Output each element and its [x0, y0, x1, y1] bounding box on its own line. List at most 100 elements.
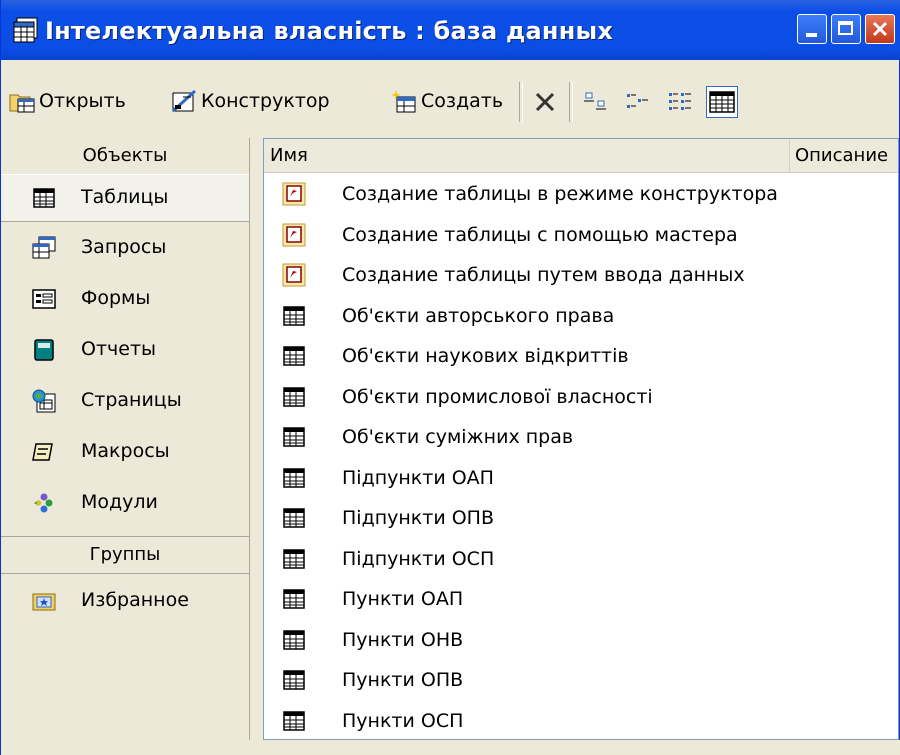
object-type-item[interactable]: Модули: [1, 480, 249, 526]
object-type-label: Макросы: [81, 440, 170, 462]
shortcut-icon: [281, 262, 307, 288]
details-view-button[interactable]: [706, 86, 738, 118]
database-window: Інтелектуальна власність : база данных О…: [0, 0, 900, 755]
table-icon: [281, 627, 307, 653]
small-icons-button[interactable]: [623, 87, 653, 117]
table-icon: [281, 424, 307, 450]
create-icon: [391, 90, 416, 113]
list-item[interactable]: Создание таблицы в режиме конструктора: [264, 175, 898, 214]
query-icon: [31, 235, 57, 261]
list-item[interactable]: Підпункти ОАП: [264, 459, 898, 498]
column-header-description[interactable]: Описание: [790, 139, 898, 173]
list-view-icon: [669, 93, 691, 110]
module-icon: [31, 490, 57, 516]
object-type-label: Страницы: [81, 389, 182, 411]
objects-panel: Объекты Таблицы Запросы Формы Отчеты Страниц…: [1, 138, 250, 740]
create-button[interactable]: Создать: [391, 84, 503, 118]
create-label: Создать: [421, 90, 504, 112]
table-icon: [281, 546, 307, 572]
list-item[interactable]: Пункти ОАП: [264, 580, 898, 619]
list-view-button[interactable]: [665, 87, 695, 117]
list-item[interactable]: Об'єкти наукових відкриттів: [264, 337, 898, 376]
large-icons-button[interactable]: [581, 87, 611, 117]
object-type-item[interactable]: Запросы: [1, 225, 249, 271]
open-button[interactable]: Открыть: [9, 84, 126, 118]
groups-header: Группы: [1, 536, 249, 574]
list-item-label: Об'єкти авторського права: [342, 304, 615, 327]
list-item[interactable]: Создание таблицы путем ввода данных: [264, 256, 898, 295]
column-header-name[interactable]: Имя: [264, 139, 790, 173]
report-icon: [31, 337, 57, 363]
macro-icon: [31, 439, 57, 465]
table-icon: [281, 667, 307, 693]
open-icon: [9, 94, 35, 113]
object-type-item[interactable]: Страницы: [1, 378, 249, 424]
close-icon: [872, 21, 888, 37]
group-item[interactable]: Избранное: [1, 578, 249, 624]
object-type-label: Модули: [81, 491, 158, 513]
object-type-item[interactable]: Отчеты: [1, 327, 249, 373]
list-item-label: Пункти ОПВ: [342, 669, 464, 691]
table-icon: [281, 708, 307, 734]
window-bottom-edge: [1, 740, 900, 755]
list-item-label: Об'єкти суміжних прав: [342, 426, 574, 448]
list-item-label: Підпункти ОПВ: [342, 507, 494, 529]
table-icon: [31, 185, 57, 211]
design-button[interactable]: Конструктор: [171, 84, 330, 118]
minimize-button[interactable]: [797, 14, 827, 44]
table-icon: [281, 505, 307, 531]
close-button[interactable]: [865, 14, 895, 44]
list-item-label: Создание таблицы в режиме конструктора: [342, 183, 778, 205]
table-icon: [281, 384, 307, 410]
list-item-label: Пункти ОАП: [342, 588, 464, 610]
list-item[interactable]: Об'єкти промислової власності: [264, 378, 898, 417]
objects-list-view: Имя Описание Создание таблицы в режиме к…: [263, 138, 899, 740]
list-item[interactable]: Пункти ОНВ: [264, 621, 898, 660]
toolbar: Открыть Конструктор Создать: [1, 66, 900, 138]
list-item[interactable]: Пункти ОСП: [264, 702, 898, 740]
table-icon: [281, 586, 307, 612]
list-item-label: Підпункти ОСП: [342, 547, 495, 570]
table-icon: [281, 465, 307, 491]
object-type-item[interactable]: Макросы: [1, 429, 249, 475]
database-icon: [13, 17, 38, 43]
maximize-button[interactable]: [831, 14, 861, 44]
design-label: Конструктор: [201, 90, 330, 112]
list-item[interactable]: Об'єкти авторського права: [264, 297, 898, 336]
details-view-icon: [709, 91, 735, 113]
object-type-label: Таблицы: [81, 186, 169, 208]
page-icon: [31, 388, 57, 414]
object-type-label: Формы: [81, 287, 151, 309]
open-label: Открыть: [39, 90, 126, 112]
small-icons-icon: [627, 94, 648, 108]
list-item-label: Пункти ОСП: [342, 709, 464, 732]
list-item-label: Об'єкти промислової власності: [342, 385, 653, 408]
form-icon: [31, 286, 57, 312]
delete-button[interactable]: [530, 87, 560, 117]
toolbar-separator: [519, 82, 523, 122]
list-item[interactable]: Підпункти ОПВ: [264, 499, 898, 538]
list-item-label: Підпункти ОАП: [342, 466, 494, 489]
table-icon: [281, 303, 307, 329]
large-icons-icon: [584, 92, 606, 110]
favorites-icon: [31, 588, 57, 614]
list-item[interactable]: Создание таблицы с помощью мастера: [264, 216, 898, 255]
object-type-label: Отчеты: [81, 338, 157, 360]
shortcut-icon: [281, 181, 307, 207]
list-item-label: Об'єкти наукових відкриттів: [342, 345, 629, 367]
list-item[interactable]: Об'єкти суміжних прав: [264, 418, 898, 457]
window-title: Інтелектуальна власність : база данных: [45, 17, 614, 45]
toolbar-separator: [569, 82, 573, 122]
object-type-label: Запросы: [81, 236, 167, 258]
list-item-label: Создание таблицы с помощью мастера: [342, 223, 738, 246]
delete-icon: [535, 92, 555, 112]
object-type-item[interactable]: Формы: [1, 276, 249, 322]
list-item-label: Создание таблицы путем ввода данных: [342, 264, 745, 286]
objects-header: Объекты: [1, 138, 249, 175]
title-bar[interactable]: Інтелектуальна власність : база данных: [1, 0, 900, 60]
object-type-item[interactable]: Таблицы: [1, 174, 249, 222]
list-item[interactable]: Підпункти ОСП: [264, 540, 898, 579]
design-icon: [171, 89, 197, 113]
list-item[interactable]: Пункти ОПВ: [264, 661, 898, 700]
table-icon: [281, 343, 307, 369]
